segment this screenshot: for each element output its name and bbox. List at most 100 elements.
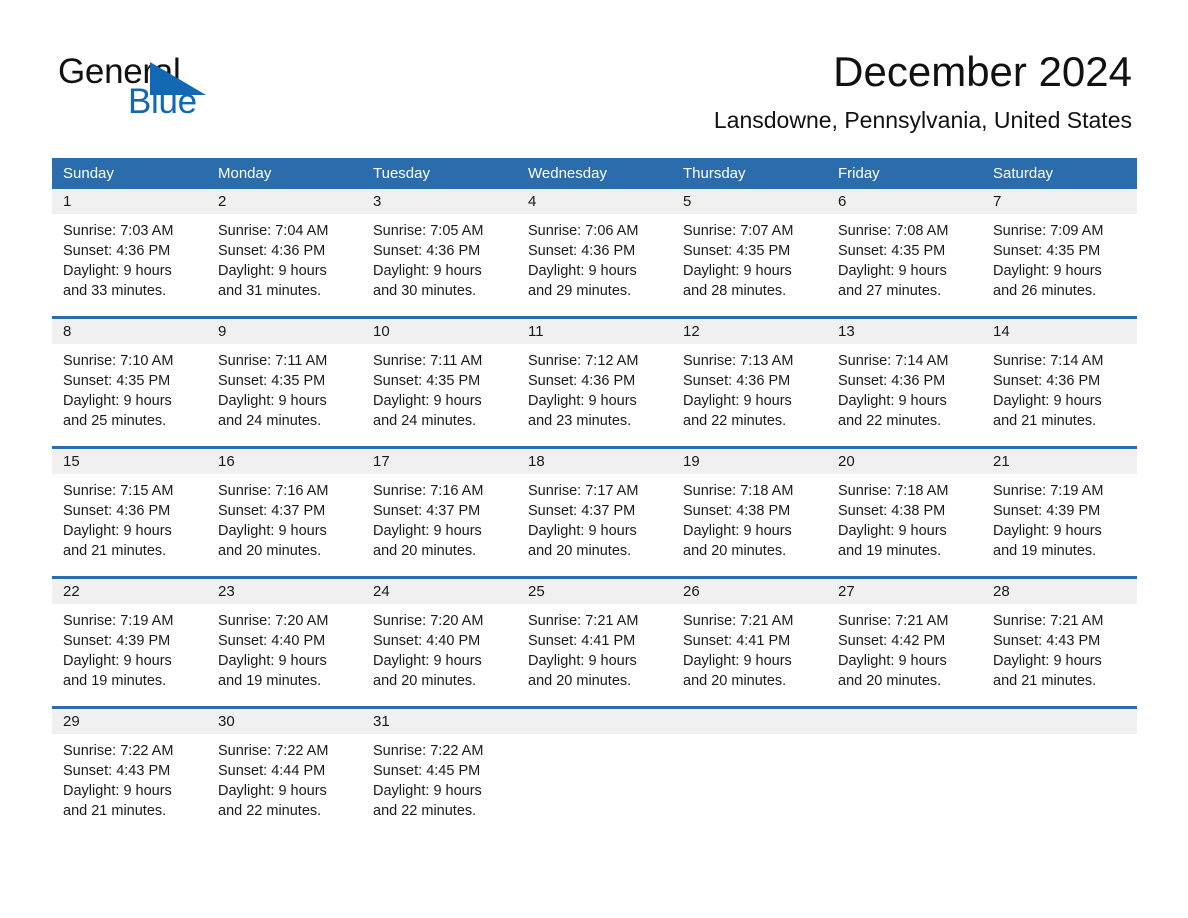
day-cell[interactable]: 25 Sunrise: 7:21 AM Sunset: 4:41 PM Dayl… bbox=[517, 579, 672, 699]
day-details: Sunrise: 7:11 AM Sunset: 4:35 PM Dayligh… bbox=[362, 344, 517, 439]
day-number: 30 bbox=[207, 709, 362, 734]
daylight-text-line2: and 20 minutes. bbox=[218, 543, 322, 559]
sunset-text: Sunset: 4:35 PM bbox=[218, 373, 326, 389]
daylight-text-line1: Daylight: 9 hours bbox=[838, 393, 947, 409]
day-number: 11 bbox=[517, 319, 672, 344]
day-cell[interactable]: 13 Sunrise: 7:14 AM Sunset: 4:36 PM Dayl… bbox=[827, 319, 982, 439]
day-cell[interactable]: 6 Sunrise: 7:08 AM Sunset: 4:35 PM Dayli… bbox=[827, 189, 982, 309]
daylight-text-line2: and 22 minutes. bbox=[218, 803, 322, 819]
day-cell[interactable]: 21 Sunrise: 7:19 AM Sunset: 4:39 PM Dayl… bbox=[982, 449, 1137, 569]
day-cell-empty bbox=[517, 709, 672, 829]
sunrise-text: Sunrise: 7:21 AM bbox=[528, 613, 639, 629]
day-cell[interactable]: 27 Sunrise: 7:21 AM Sunset: 4:42 PM Dayl… bbox=[827, 579, 982, 699]
day-details: Sunrise: 7:14 AM Sunset: 4:36 PM Dayligh… bbox=[827, 344, 982, 439]
daylight-text-line2: and 21 minutes. bbox=[63, 803, 167, 819]
day-cell[interactable]: 26 Sunrise: 7:21 AM Sunset: 4:41 PM Dayl… bbox=[672, 579, 827, 699]
day-cell[interactable]: 8 Sunrise: 7:10 AM Sunset: 4:35 PM Dayli… bbox=[52, 319, 207, 439]
day-cell[interactable]: 10 Sunrise: 7:11 AM Sunset: 4:35 PM Dayl… bbox=[362, 319, 517, 439]
sunset-text: Sunset: 4:36 PM bbox=[63, 503, 171, 519]
day-cell[interactable]: 30 Sunrise: 7:22 AM Sunset: 4:44 PM Dayl… bbox=[207, 709, 362, 829]
sunrise-text: Sunrise: 7:12 AM bbox=[528, 353, 639, 369]
day-details: Sunrise: 7:16 AM Sunset: 4:37 PM Dayligh… bbox=[207, 474, 362, 569]
day-number: 3 bbox=[362, 189, 517, 214]
day-number: 8 bbox=[52, 319, 207, 344]
sunset-text: Sunset: 4:44 PM bbox=[218, 763, 326, 779]
day-details bbox=[517, 734, 672, 829]
sunset-text: Sunset: 4:35 PM bbox=[993, 243, 1101, 259]
daylight-text-line2: and 23 minutes. bbox=[528, 413, 632, 429]
day-details: Sunrise: 7:20 AM Sunset: 4:40 PM Dayligh… bbox=[362, 604, 517, 699]
weekday-header-sunday: Sunday bbox=[63, 165, 114, 182]
day-details: Sunrise: 7:10 AM Sunset: 4:35 PM Dayligh… bbox=[52, 344, 207, 439]
sunset-text: Sunset: 4:36 PM bbox=[218, 243, 326, 259]
daylight-text-line1: Daylight: 9 hours bbox=[528, 263, 637, 279]
day-cell[interactable]: 16 Sunrise: 7:16 AM Sunset: 4:37 PM Dayl… bbox=[207, 449, 362, 569]
sunset-text: Sunset: 4:36 PM bbox=[63, 243, 171, 259]
daylight-text-line1: Daylight: 9 hours bbox=[373, 523, 482, 539]
weekday-header-monday: Monday bbox=[218, 165, 272, 182]
day-cell[interactable]: 24 Sunrise: 7:20 AM Sunset: 4:40 PM Dayl… bbox=[362, 579, 517, 699]
daylight-text-line2: and 29 minutes. bbox=[528, 283, 632, 299]
day-details: Sunrise: 7:21 AM Sunset: 4:43 PM Dayligh… bbox=[982, 604, 1137, 699]
day-cell[interactable]: 11 Sunrise: 7:12 AM Sunset: 4:36 PM Dayl… bbox=[517, 319, 672, 439]
day-cell[interactable]: 20 Sunrise: 7:18 AM Sunset: 4:38 PM Dayl… bbox=[827, 449, 982, 569]
daylight-text-line2: and 22 minutes. bbox=[373, 803, 477, 819]
sunset-text: Sunset: 4:36 PM bbox=[528, 243, 636, 259]
daylight-text-line1: Daylight: 9 hours bbox=[218, 783, 327, 799]
sunrise-text: Sunrise: 7:22 AM bbox=[63, 743, 174, 759]
daylight-text-line2: and 21 minutes. bbox=[993, 673, 1097, 689]
calendar-grid: Sunday Monday Tuesday Wednesday Thursday… bbox=[52, 158, 1137, 829]
day-cell[interactable]: 19 Sunrise: 7:18 AM Sunset: 4:38 PM Dayl… bbox=[672, 449, 827, 569]
sunrise-text: Sunrise: 7:03 AM bbox=[63, 223, 174, 239]
day-cell[interactable]: 29 Sunrise: 7:22 AM Sunset: 4:43 PM Dayl… bbox=[52, 709, 207, 829]
day-details: Sunrise: 7:21 AM Sunset: 4:41 PM Dayligh… bbox=[517, 604, 672, 699]
sunset-text: Sunset: 4:36 PM bbox=[993, 373, 1101, 389]
daylight-text-line1: Daylight: 9 hours bbox=[993, 523, 1102, 539]
day-number: 26 bbox=[672, 579, 827, 604]
sunset-text: Sunset: 4:43 PM bbox=[63, 763, 171, 779]
day-cell[interactable]: 9 Sunrise: 7:11 AM Sunset: 4:35 PM Dayli… bbox=[207, 319, 362, 439]
sunrise-text: Sunrise: 7:05 AM bbox=[373, 223, 484, 239]
day-number: 25 bbox=[517, 579, 672, 604]
sunset-text: Sunset: 4:37 PM bbox=[373, 503, 481, 519]
day-number: 15 bbox=[52, 449, 207, 474]
day-number: 16 bbox=[207, 449, 362, 474]
day-cell[interactable]: 28 Sunrise: 7:21 AM Sunset: 4:43 PM Dayl… bbox=[982, 579, 1137, 699]
day-cell[interactable]: 5 Sunrise: 7:07 AM Sunset: 4:35 PM Dayli… bbox=[672, 189, 827, 309]
daylight-text-line2: and 20 minutes. bbox=[373, 673, 477, 689]
day-cell[interactable]: 2 Sunrise: 7:04 AM Sunset: 4:36 PM Dayli… bbox=[207, 189, 362, 309]
sunrise-text: Sunrise: 7:16 AM bbox=[373, 483, 484, 499]
weekday-header-wednesday: Wednesday bbox=[528, 165, 607, 182]
general-blue-logo[interactable]: General Blue bbox=[58, 52, 318, 122]
sunrise-text: Sunrise: 7:19 AM bbox=[993, 483, 1104, 499]
day-cell[interactable]: 18 Sunrise: 7:17 AM Sunset: 4:37 PM Dayl… bbox=[517, 449, 672, 569]
day-cell[interactable]: 15 Sunrise: 7:15 AM Sunset: 4:36 PM Dayl… bbox=[52, 449, 207, 569]
sunset-text: Sunset: 4:36 PM bbox=[373, 243, 481, 259]
daylight-text-line1: Daylight: 9 hours bbox=[838, 523, 947, 539]
day-number: 7 bbox=[982, 189, 1137, 214]
daylight-text-line2: and 22 minutes. bbox=[838, 413, 942, 429]
day-cell[interactable]: 22 Sunrise: 7:19 AM Sunset: 4:39 PM Dayl… bbox=[52, 579, 207, 699]
day-cell[interactable]: 31 Sunrise: 7:22 AM Sunset: 4:45 PM Dayl… bbox=[362, 709, 517, 829]
day-cell[interactable]: 17 Sunrise: 7:16 AM Sunset: 4:37 PM Dayl… bbox=[362, 449, 517, 569]
day-cell[interactable]: 3 Sunrise: 7:05 AM Sunset: 4:36 PM Dayli… bbox=[362, 189, 517, 309]
daylight-text-line1: Daylight: 9 hours bbox=[373, 783, 482, 799]
sunrise-text: Sunrise: 7:17 AM bbox=[528, 483, 639, 499]
daylight-text-line1: Daylight: 9 hours bbox=[683, 393, 792, 409]
day-details: Sunrise: 7:09 AM Sunset: 4:35 PM Dayligh… bbox=[982, 214, 1137, 309]
day-cell[interactable]: 1 Sunrise: 7:03 AM Sunset: 4:36 PM Dayli… bbox=[52, 189, 207, 309]
day-cell[interactable]: 12 Sunrise: 7:13 AM Sunset: 4:36 PM Dayl… bbox=[672, 319, 827, 439]
sunset-text: Sunset: 4:45 PM bbox=[373, 763, 481, 779]
day-cell[interactable]: 14 Sunrise: 7:14 AM Sunset: 4:36 PM Dayl… bbox=[982, 319, 1137, 439]
day-cell[interactable]: 4 Sunrise: 7:06 AM Sunset: 4:36 PM Dayli… bbox=[517, 189, 672, 309]
sunset-text: Sunset: 4:43 PM bbox=[993, 633, 1101, 649]
day-number: 4 bbox=[517, 189, 672, 214]
daylight-text-line1: Daylight: 9 hours bbox=[683, 263, 792, 279]
day-cell[interactable]: 7 Sunrise: 7:09 AM Sunset: 4:35 PM Dayli… bbox=[982, 189, 1137, 309]
week-row: 15 Sunrise: 7:15 AM Sunset: 4:36 PM Dayl… bbox=[52, 446, 1137, 569]
daylight-text-line2: and 27 minutes. bbox=[838, 283, 942, 299]
sunset-text: Sunset: 4:37 PM bbox=[218, 503, 326, 519]
daylight-text-line1: Daylight: 9 hours bbox=[63, 653, 172, 669]
day-cell[interactable]: 23 Sunrise: 7:20 AM Sunset: 4:40 PM Dayl… bbox=[207, 579, 362, 699]
week-row: 29 Sunrise: 7:22 AM Sunset: 4:43 PM Dayl… bbox=[52, 706, 1137, 829]
